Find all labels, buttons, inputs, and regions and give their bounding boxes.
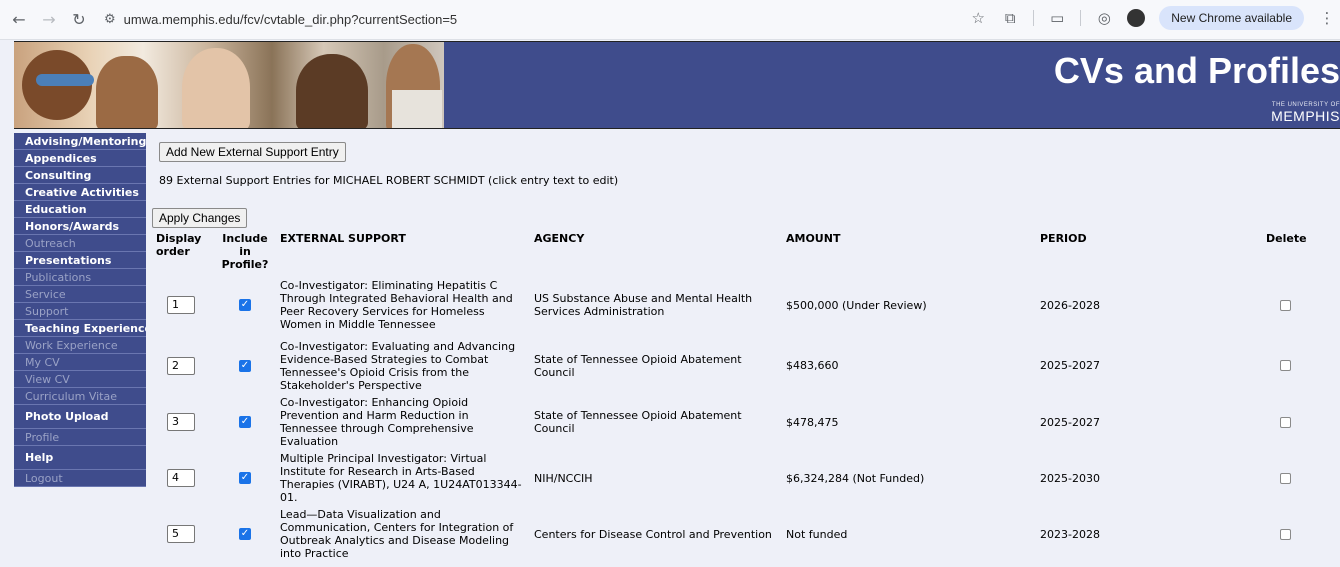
sidebar-item-my-cv[interactable]: My CV — [14, 354, 146, 371]
sidebar-item-presentations[interactable]: Presentations — [14, 252, 146, 269]
sidebar-item-honors-awards[interactable]: Honors/Awards — [14, 218, 146, 235]
sidebar-item-profile[interactable]: Profile — [14, 429, 146, 446]
banner-photo — [14, 42, 444, 128]
sidebar-item-creative-activities[interactable]: Creative Activities — [14, 184, 146, 201]
include-in-profile-checkbox[interactable]: ✓ — [239, 359, 251, 372]
table-row: 2 ✓ Co-Investigator: Evaluating and Adva… — [150, 337, 1311, 394]
support-title-link[interactable]: Co-Investigator: Eliminating Hepatitis C… — [276, 273, 530, 337]
delete-checkbox[interactable] — [1280, 528, 1291, 540]
amount-cell: $483,660 — [786, 359, 839, 372]
performance-icon[interactable]: ◎ — [1095, 9, 1113, 27]
support-title-link[interactable]: Co-Investigator: Enhancing Opioid Preven… — [276, 394, 530, 450]
site-info-icon[interactable]: ⚙ — [104, 12, 116, 27]
profile-avatar[interactable] — [1127, 9, 1146, 27]
banner-title: CVs and Profiles — [1053, 50, 1340, 91]
header-period: PERIOD — [1040, 232, 1087, 245]
table-header-row: Display order Include in Profile? EXTERN… — [150, 230, 1311, 273]
sidebar-nav: Advising/Mentoring Appendices Consulting… — [14, 133, 146, 487]
table-row: 5 ✓ Lead—Data Visualization and Communic… — [150, 506, 1311, 562]
period-cell: 2025-2030 — [1040, 471, 1100, 485]
header-agency: AGENCY — [534, 232, 585, 245]
photo-person — [96, 56, 158, 128]
table-row: 3 ✓ Co-Investigator: Enhancing Opioid Pr… — [150, 394, 1311, 450]
agency-cell: State of Tennessee Opioid Abatement Coun… — [534, 352, 742, 379]
support-title-link[interactable]: Co-Investigator: Evaluating and Advancin… — [276, 337, 530, 394]
sidebar-item-teaching[interactable]: Teaching Experience — [14, 320, 146, 337]
sidebar-item-support[interactable]: Support — [14, 303, 146, 320]
table-row: 1 ✓ Co-Investigator: Eliminating Hepatit… — [150, 273, 1311, 337]
display-order-input[interactable]: 2 — [167, 356, 195, 375]
browser-toolbar: ← → ↻ ⚙ umwa.memphis.edu/fcv/cvtable_dir… — [0, 0, 1340, 40]
header-include-in-profile: Include in Profile? — [221, 232, 269, 271]
include-in-profile-checkbox[interactable]: ✓ — [239, 416, 251, 428]
delete-checkbox[interactable] — [1280, 416, 1291, 428]
support-title-link[interactable]: Lead—Data Visualization and Communicatio… — [276, 506, 530, 562]
header-display-order: Display order — [156, 232, 202, 258]
photo-person — [296, 54, 368, 128]
sidebar-item-logout[interactable]: Logout — [14, 470, 146, 487]
table-row: 4 ✓ Multiple Principal Investigator: Vir… — [150, 450, 1311, 506]
amount-cell: $6,324,284 (Not Funded) — [786, 471, 925, 485]
period-cell: 2025-2027 — [1040, 359, 1100, 372]
site-banner: CVs and Profiles THE UNIVERSITY OF MEMPH… — [14, 41, 1340, 129]
entries-caption: 89 External Support Entries for MICHAEL … — [159, 174, 619, 187]
toolbar-divider — [1033, 10, 1035, 26]
include-in-profile-checkbox[interactable]: ✓ — [239, 472, 251, 484]
period-cell: 2026-2028 — [1040, 298, 1100, 312]
support-title-link[interactable]: Multiple Principal Investigator: Virtual… — [276, 450, 530, 506]
apply-changes-button[interactable]: Apply Changes — [152, 208, 248, 228]
external-support-table: Display order Include in Profile? EXTERN… — [150, 230, 1311, 562]
header-amount: AMOUNT — [786, 232, 841, 245]
extensions-icon[interactable]: ⧉ — [1001, 9, 1019, 27]
display-order-input[interactable]: 3 — [167, 413, 195, 431]
header-delete: Delete — [1266, 232, 1307, 245]
display-order-input[interactable]: 4 — [167, 469, 195, 487]
photo-shirt — [392, 90, 442, 128]
forward-icon[interactable]: → — [38, 9, 60, 31]
sidebar-item-curriculum-vitae[interactable]: Curriculum Vitae — [14, 388, 146, 405]
amount-cell: $500,000 (Under Review) — [786, 298, 927, 312]
sidebar-item-publications[interactable]: Publications — [14, 269, 146, 286]
amount-cell: $478,475 — [786, 415, 839, 429]
photo-glasses — [36, 74, 94, 86]
period-cell: 2023-2028 — [1040, 527, 1100, 541]
sidebar-item-education[interactable]: Education — [14, 201, 146, 218]
add-external-support-button[interactable]: Add New External Support Entry — [159, 142, 346, 162]
agency-cell: State of Tennessee Opioid Abatement Coun… — [534, 409, 742, 435]
include-in-profile-checkbox[interactable]: ✓ — [239, 528, 251, 540]
back-icon[interactable]: ← — [8, 9, 30, 31]
agency-cell: NIH/NCCIH — [534, 471, 593, 485]
sidebar-item-work-experience[interactable]: Work Experience — [14, 337, 146, 354]
sidebar-item-help[interactable]: Help — [14, 446, 146, 470]
chrome-update-button[interactable]: New Chrome available — [1159, 6, 1304, 30]
sidebar-item-appendices[interactable]: Appendices — [14, 150, 146, 167]
display-order-input[interactable]: 1 — [167, 296, 195, 314]
bookmark-star-icon[interactable]: ☆ — [969, 9, 987, 27]
delete-checkbox[interactable] — [1280, 360, 1291, 371]
sidebar-item-outreach[interactable]: Outreach — [14, 235, 146, 252]
sidebar-item-advising[interactable]: Advising/Mentoring — [14, 133, 146, 150]
reading-mode-icon[interactable]: ▭ — [1048, 9, 1066, 27]
toolbar-divider — [1080, 10, 1082, 26]
amount-cell: Not funded — [786, 527, 848, 541]
reload-icon[interactable]: ↻ — [68, 9, 90, 31]
sidebar-item-consulting[interactable]: Consulting — [14, 167, 146, 184]
delete-checkbox[interactable] — [1280, 472, 1291, 484]
include-in-profile-checkbox[interactable]: ✓ — [239, 299, 251, 311]
agency-cell: US Substance Abuse and Mental Health Ser… — [534, 292, 753, 318]
sidebar-item-service[interactable]: Service — [14, 286, 146, 303]
sidebar-item-view-cv[interactable]: View CV — [14, 371, 146, 388]
delete-checkbox[interactable] — [1280, 299, 1291, 311]
period-cell: 2025-2027 — [1040, 415, 1100, 429]
photo-person — [182, 48, 250, 128]
address-bar[interactable]: umwa.memphis.edu/fcv/cvtable_dir.php?cur… — [124, 12, 458, 27]
university-logo: MEMPHIS — [1271, 108, 1340, 124]
display-order-input[interactable]: 5 — [167, 525, 195, 543]
sidebar-item-photo-upload[interactable]: Photo Upload — [14, 405, 146, 429]
header-external-support: EXTERNAL SUPPORT — [280, 232, 406, 245]
agency-cell: Centers for Disease Control and Preventi… — [534, 527, 772, 541]
menu-kebab-icon[interactable]: ⋮ — [1318, 9, 1336, 27]
